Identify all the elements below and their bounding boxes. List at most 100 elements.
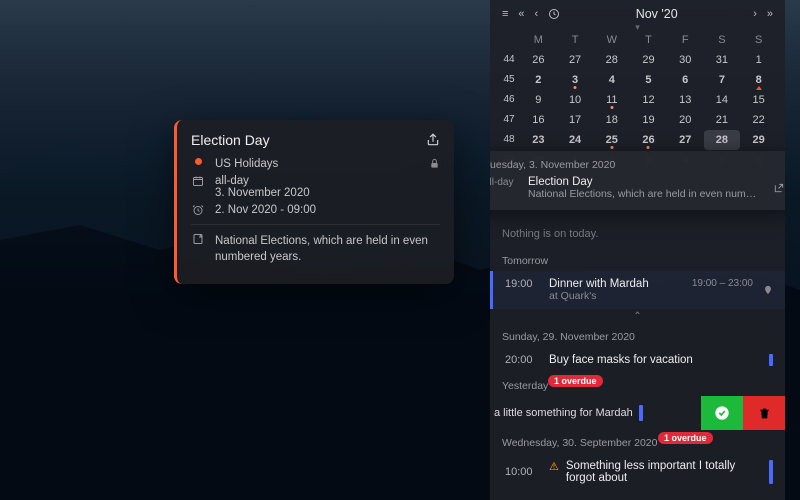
calendar-day-cell[interactable]: 13 — [667, 90, 704, 110]
week-number: 48 — [498, 130, 520, 150]
calendar-day-cell[interactable]: 16 — [520, 110, 557, 130]
calendar-day-cell[interactable]: 17 — [557, 110, 594, 130]
calendar-day-cell[interactable]: 14 — [704, 90, 741, 110]
share-icon[interactable] — [426, 133, 440, 147]
overdue-badge: 1 overdue — [658, 432, 713, 444]
calendar-day-cell[interactable]: 31 — [704, 50, 741, 70]
open-icon[interactable] — [773, 183, 784, 194]
prev-year-button[interactable]: « — [516, 6, 526, 22]
agenda-item[interactable]: 10:00 ⚠ Something less important I total… — [490, 453, 785, 491]
calendar-day-cell[interactable]: 28 — [593, 50, 630, 70]
month-label[interactable]: Nov '20 — [568, 7, 745, 21]
calendar-day-cell[interactable]: 15 — [740, 90, 777, 110]
week-number: 47 — [498, 110, 520, 130]
agenda-list: Nothing is on today. Tomorrow 19:00 Dinn… — [490, 176, 785, 491]
agenda-item[interactable]: 19:00 Dinner with Mardah at Quark's 19:0… — [490, 271, 785, 309]
event-allday-label: all-day — [215, 175, 440, 187]
weekday: M — [520, 34, 557, 46]
event-color-bar — [639, 405, 643, 421]
calendar-panel: ≡ « ‹ Nov '20 › » ▾ M T W T F S S 442627… — [490, 0, 785, 500]
event-reminder: 2. Nov 2020 - 09:00 — [215, 204, 440, 216]
popover-event-title: Election Day — [528, 176, 763, 188]
weekday: W — [593, 34, 630, 46]
agenda-item-time: 19:00 — [505, 278, 539, 290]
calendar-day-cell[interactable]: 4 — [593, 70, 630, 90]
popover-allday-label: all-day — [490, 176, 518, 188]
agenda-item-subtitle: at Quark's — [549, 290, 682, 302]
agenda-item[interactable]: 20:00 Buy face masks for vacation — [490, 347, 785, 373]
event-color-bar — [769, 354, 773, 366]
agenda-item-timerange: 19:00 – 23:00 — [692, 278, 753, 289]
agenda-item-time: 10:00 — [505, 466, 539, 478]
delete-button[interactable] — [743, 396, 785, 430]
agenda-item-title: Buy face masks for vacation — [549, 354, 759, 366]
calendar-day-cell[interactable]: 19 — [630, 110, 667, 130]
day-popover: Tuesday, 3. November 2020 all-day Electi… — [490, 151, 785, 210]
agenda-item-swiped: a little something for Mardah — [490, 396, 785, 430]
calendar-day-cell[interactable]: 29 — [740, 130, 777, 150]
agenda-section-tomorrow: Tomorrow — [490, 248, 785, 271]
agenda-section-yesterday: Yesterday 1 overdue — [490, 373, 785, 396]
alarm-icon — [191, 204, 205, 216]
agenda-item-title: Dinner with Mardah — [549, 278, 682, 290]
calendar-day-cell[interactable]: 2 — [520, 70, 557, 90]
calendar-day-cell[interactable]: 5 — [630, 70, 667, 90]
calendar-day-cell[interactable]: 20 — [667, 110, 704, 130]
calendar-day-cell[interactable]: 12 — [630, 90, 667, 110]
event-detail-card: Election Day US Holidays all-day 3. Nove… — [174, 120, 454, 284]
event-title: Election Day — [191, 132, 270, 148]
calendar-icon — [191, 175, 205, 187]
prev-month-button[interactable]: ‹ — [533, 6, 541, 22]
calendar-day-cell[interactable]: 21 — [704, 110, 741, 130]
agenda-item-title: Something less important I totally forgo… — [566, 460, 759, 484]
weekday: F — [667, 34, 704, 46]
today-button[interactable] — [546, 6, 562, 22]
menu-icon[interactable]: ≡ — [500, 6, 510, 22]
calendar-day-cell[interactable]: 8 — [740, 70, 777, 90]
weekday: T — [630, 34, 667, 46]
agenda-item[interactable]: a little something for Mardah — [490, 396, 701, 430]
calendar-day-cell[interactable]: 28 — [704, 130, 741, 150]
calendar-color-dot — [195, 158, 202, 165]
popover-date: Tuesday, 3. November 2020 — [490, 159, 784, 171]
weekday: S — [704, 34, 741, 46]
calendar-day-cell[interactable]: 24 — [557, 130, 594, 150]
weekday-header: M T W T F S S — [498, 34, 777, 50]
next-year-button[interactable]: » — [765, 6, 775, 22]
calendar-day-cell[interactable]: 7 — [704, 70, 741, 90]
calendar-day-cell[interactable]: 29 — [630, 50, 667, 70]
calendar-day-cell[interactable]: 9 — [520, 90, 557, 110]
calendar-day-cell[interactable]: 18 — [593, 110, 630, 130]
calendar-day-cell[interactable]: 30 — [667, 50, 704, 70]
agenda-item-title: a little something for Mardah — [494, 407, 633, 419]
calendar-day-cell[interactable]: 1 — [740, 50, 777, 70]
calendar-day-cell[interactable]: 27 — [557, 50, 594, 70]
calendar-day-cell[interactable]: 6 — [667, 70, 704, 90]
agenda-section-label: Yesterday — [502, 380, 548, 392]
calendar-day-cell[interactable]: 22 — [740, 110, 777, 130]
next-month-button[interactable]: › — [751, 6, 759, 22]
complete-button[interactable] — [701, 396, 743, 430]
week-number: 45 — [498, 70, 520, 90]
location-icon — [763, 285, 773, 295]
popover-event[interactable]: all-day Election Day National Elections,… — [490, 176, 784, 200]
calendar-day-cell[interactable]: 23 — [520, 130, 557, 150]
calendar-day-cell[interactable]: 25 — [593, 130, 630, 150]
weekday: T — [557, 34, 594, 46]
lock-icon — [429, 158, 440, 169]
week-number: 46 — [498, 90, 520, 110]
calendar-day-cell[interactable]: 26 — [520, 50, 557, 70]
event-calendar-name: US Holidays — [215, 158, 419, 170]
collapse-icon[interactable]: ⌃ — [490, 309, 785, 324]
agenda-section-label: Wednesday, 30. September 2020 — [502, 437, 657, 449]
weekday: S — [740, 34, 777, 46]
calendar-header: ≡ « ‹ Nov '20 › » — [490, 0, 785, 24]
calendar-day-cell[interactable]: 11 — [593, 90, 630, 110]
calendar-day-cell[interactable]: 3 — [557, 70, 594, 90]
calendar-week-row: 442627282930311 — [498, 50, 777, 70]
calendar-day-cell[interactable]: 26 — [630, 130, 667, 150]
calendar-day-cell[interactable]: 10 — [557, 90, 594, 110]
calendar-day-cell[interactable]: 27 — [667, 130, 704, 150]
agenda-item-time: 20:00 — [505, 354, 539, 366]
calendar-week-row: 4716171819202122 — [498, 110, 777, 130]
